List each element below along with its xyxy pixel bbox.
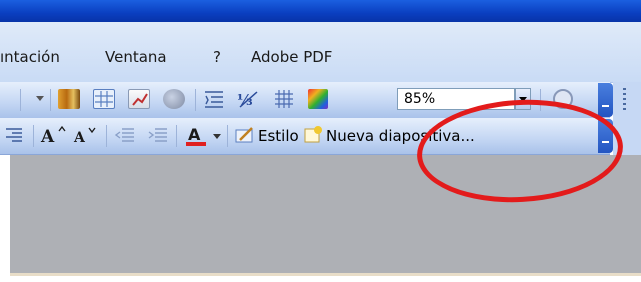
- toolbar-separator: [33, 125, 34, 147]
- font-color-icon[interactable]: A: [184, 125, 206, 146]
- svg-text:A: A: [40, 127, 55, 145]
- color-grayscale-icon[interactable]: [308, 89, 328, 109]
- zoom-value: 85%: [404, 91, 436, 107]
- grid-icon[interactable]: [273, 89, 295, 109]
- toolbar-separator: [195, 89, 196, 111]
- expand-all-icon[interactable]: [203, 89, 225, 109]
- dropdown-arrow-icon[interactable]: [36, 96, 44, 101]
- toolbar-options-chevron[interactable]: [598, 83, 613, 117]
- slide-design-icon[interactable]: [234, 125, 256, 145]
- increase-indent-icon[interactable]: [147, 125, 169, 145]
- toolbar-grip-icon[interactable]: [623, 88, 626, 112]
- menu-bar: ıntación Ventana ? Adobe PDF: [0, 22, 641, 83]
- toolbar-separator: [227, 125, 228, 147]
- workspace-bottom-border: [10, 273, 641, 276]
- menu-item-help[interactable]: ?: [213, 48, 221, 66]
- style-button-label[interactable]: Estilo: [258, 127, 299, 145]
- menu-item-presentacion[interactable]: ıntación: [0, 48, 60, 66]
- menu-item-ventana[interactable]: Ventana: [105, 48, 167, 66]
- align-right-icon[interactable]: [4, 125, 26, 145]
- insert-table-icon[interactable]: [93, 89, 115, 109]
- toolbar-grip-area: [613, 82, 641, 118]
- font-color-dropdown-icon[interactable]: [213, 134, 221, 139]
- decrease-indent-icon[interactable]: [114, 125, 136, 145]
- clip-art-icon[interactable]: [163, 89, 185, 109]
- increase-font-size-icon[interactable]: A: [40, 125, 66, 147]
- toolbar-separator: [20, 89, 21, 111]
- svg-text:⅓: ⅓: [237, 91, 253, 109]
- toolbar-separator: [50, 89, 51, 111]
- new-slide-icon[interactable]: [302, 125, 324, 145]
- toolbar-separator: [106, 125, 107, 147]
- show-formatting-icon[interactable]: ⅓: [237, 89, 259, 109]
- window-title-bar: [0, 0, 641, 22]
- svg-text:A: A: [188, 125, 201, 144]
- svg-text:A: A: [73, 130, 86, 145]
- toolbar-separator: [176, 125, 177, 147]
- insert-chart-icon[interactable]: [128, 89, 150, 109]
- left-edge: [0, 155, 10, 282]
- decrease-font-size-icon[interactable]: A: [72, 125, 96, 146]
- research-books-icon[interactable]: [58, 89, 80, 109]
- menu-item-adobe-pdf[interactable]: Adobe PDF: [251, 48, 332, 66]
